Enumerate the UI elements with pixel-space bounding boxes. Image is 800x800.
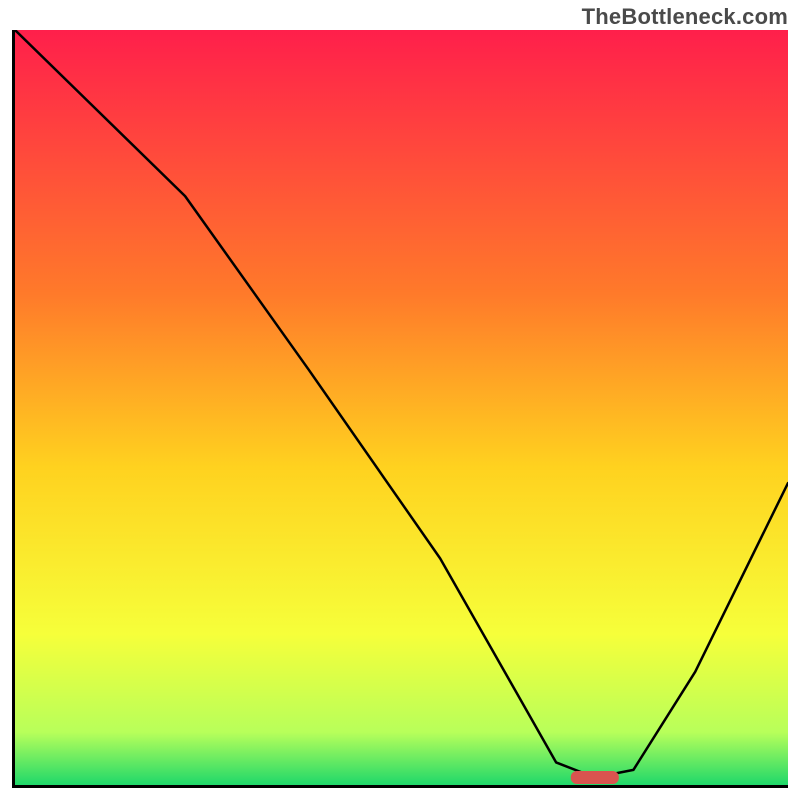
optimum-marker (571, 771, 619, 784)
bottleneck-curve (15, 30, 788, 778)
chart-frame: TheBottleneck.com (0, 0, 800, 800)
curve-layer (15, 30, 788, 785)
plot-area (12, 30, 788, 788)
watermark-text: TheBottleneck.com (582, 4, 788, 30)
